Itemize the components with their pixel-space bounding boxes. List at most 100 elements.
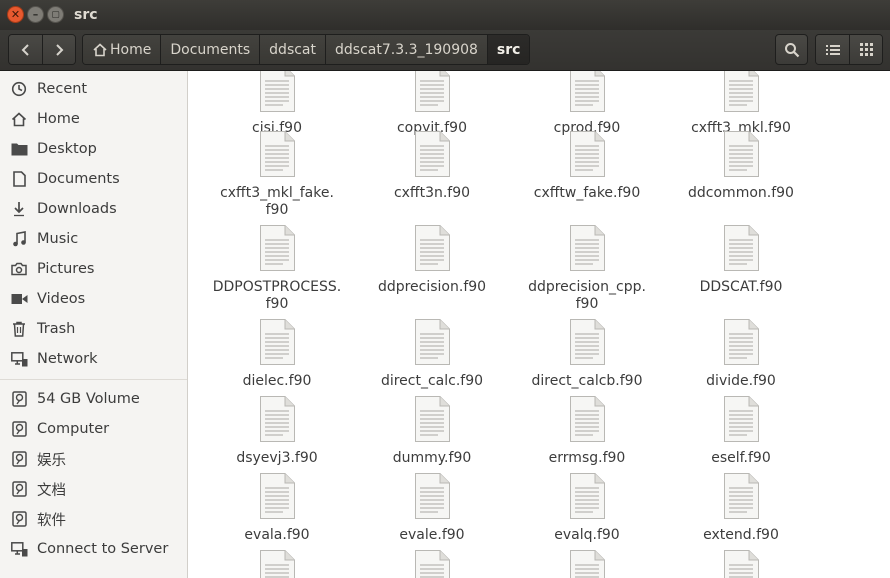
- breadcrumb-label: Documents: [170, 41, 251, 58]
- sidebar-item-home[interactable]: Home: [0, 104, 187, 134]
- home-icon: [8, 111, 30, 127]
- file-item[interactable]: evale.f90: [357, 473, 507, 544]
- text-file-icon: [569, 319, 605, 369]
- file-item[interactable]: divide.f90: [666, 319, 816, 390]
- file-item[interactable]: eself.f90: [666, 396, 816, 467]
- file-item[interactable]: DDSCAT.f90: [666, 225, 816, 296]
- file-item[interactable]: evala.f90: [202, 473, 352, 544]
- sidebar-item-videos[interactable]: Videos: [0, 284, 187, 314]
- network-icon: [8, 351, 30, 367]
- file-name: dsyevj3.f90: [236, 450, 318, 466]
- breadcrumb: Home Documents ddscat ddscat7.3.3_190908…: [82, 34, 531, 65]
- grid-view-icon: [859, 43, 873, 56]
- sidebar-item-recent[interactable]: Recent: [0, 74, 187, 104]
- sidebar-item-label: Trash: [37, 321, 76, 337]
- text-file-icon: [569, 473, 605, 523]
- sidebar-item-downloads[interactable]: Downloads: [0, 194, 187, 224]
- file-item[interactable]: cxfft3n.f90: [357, 131, 507, 202]
- list-view-button[interactable]: [816, 35, 849, 64]
- breadcrumb-documents[interactable]: Documents: [160, 35, 260, 64]
- sidebar-item-entertainment[interactable]: 娱乐: [0, 444, 187, 474]
- file-name: ddcommon.f90: [688, 185, 794, 201]
- breadcrumb-label: ddscat7.3.3_190908: [335, 41, 478, 58]
- file-item[interactable]: cxfft3_mkl.f90: [666, 71, 816, 137]
- breadcrumb-label: ddscat: [269, 41, 317, 58]
- sidebar-item-documents-volume[interactable]: 文档: [0, 474, 187, 504]
- chevron-right-icon: [56, 43, 64, 56]
- drive-icon: [8, 511, 30, 527]
- sidebar-item-desktop[interactable]: Desktop: [0, 134, 187, 164]
- breadcrumb-src[interactable]: src: [486, 35, 530, 64]
- file-item[interactable]: direct_calc.f90: [357, 319, 507, 390]
- file-item[interactable]: cprod.f90: [512, 71, 662, 137]
- text-file-icon: [723, 319, 759, 369]
- file-name: ddprecision_cpp. f90: [528, 279, 646, 312]
- file-item[interactable]: dielec.f90: [202, 319, 352, 390]
- file-item[interactable]: cisi.f90: [202, 71, 352, 137]
- file-name: direct_calcb.f90: [531, 373, 643, 389]
- minimize-window-button[interactable]: –: [27, 6, 44, 23]
- sidebar-item-software[interactable]: 软件: [0, 504, 187, 534]
- sidebar-item-label: Recent: [37, 81, 88, 97]
- sidebar-item-label: Desktop: [37, 141, 97, 157]
- sidebar-item-music[interactable]: Music: [0, 224, 187, 254]
- file-item[interactable]: dummy.f90: [357, 396, 507, 467]
- file-item[interactable]: ddprecision_cpp. f90: [512, 225, 662, 313]
- text-file-icon: [569, 71, 605, 116]
- minimize-icon: –: [32, 8, 39, 21]
- file-item[interactable]: cxfft3_mkl_fake. f90: [202, 131, 352, 219]
- file-item[interactable]: [666, 550, 816, 578]
- file-name: direct_calc.f90: [380, 373, 484, 389]
- sidebar-item-label: Network: [37, 351, 98, 367]
- text-file-icon: [723, 473, 759, 523]
- file-item[interactable]: ddprecision.f90: [357, 225, 507, 296]
- sidebar-item-label: 54 GB Volume: [37, 391, 140, 407]
- file-item[interactable]: [357, 550, 507, 578]
- file-item[interactable]: DDPOSTPROCESS. f90: [202, 225, 352, 313]
- file-item[interactable]: cxfftw_fake.f90: [512, 131, 662, 202]
- file-name: dielec.f90: [242, 373, 312, 389]
- sidebar-item-trash[interactable]: Trash: [0, 314, 187, 344]
- list-view-icon: [825, 44, 840, 55]
- close-window-button[interactable]: ✕: [7, 6, 24, 23]
- text-file-icon: [414, 473, 450, 523]
- file-item[interactable]: evalq.f90: [512, 473, 662, 544]
- trash-icon: [8, 321, 30, 337]
- close-icon: ✕: [10, 8, 21, 21]
- forward-button[interactable]: [42, 35, 75, 64]
- breadcrumb-ddscat-version[interactable]: ddscat7.3.3_190908: [325, 35, 487, 64]
- maximize-window-button[interactable]: ▢: [47, 6, 64, 23]
- sidebar-item-label: 娱乐: [37, 452, 66, 469]
- text-file-icon: [569, 131, 605, 181]
- file-item[interactable]: direct_calcb.f90: [512, 319, 662, 390]
- drive-icon: [8, 451, 30, 467]
- file-item[interactable]: [512, 550, 662, 578]
- camera-icon: [8, 262, 30, 276]
- sidebar-item-connect-to-server[interactable]: Connect to Server: [0, 534, 187, 564]
- sidebar-item-network[interactable]: Network: [0, 344, 187, 374]
- file-item[interactable]: [202, 550, 352, 578]
- sidebar-item-documents[interactable]: Documents: [0, 164, 187, 194]
- back-button[interactable]: [9, 35, 42, 64]
- file-name: errmsg.f90: [548, 450, 626, 466]
- breadcrumb-home[interactable]: Home: [83, 35, 161, 64]
- text-file-icon: [259, 71, 295, 116]
- sidebar-item-pictures[interactable]: Pictures: [0, 254, 187, 284]
- window-title: src: [74, 7, 98, 23]
- file-item[interactable]: ddcommon.f90: [666, 131, 816, 202]
- sidebar-item-54gb-volume[interactable]: 54 GB Volume: [0, 384, 187, 414]
- file-item[interactable]: errmsg.f90: [512, 396, 662, 467]
- folder-icon: [8, 142, 30, 156]
- home-icon: [92, 42, 108, 57]
- document-icon: [8, 171, 30, 187]
- breadcrumb-ddscat[interactable]: ddscat: [259, 35, 326, 64]
- file-item[interactable]: extend.f90: [666, 473, 816, 544]
- file-item[interactable]: dsyevj3.f90: [202, 396, 352, 467]
- grid-view-button[interactable]: [849, 35, 882, 64]
- file-item[interactable]: copyit.f90: [357, 71, 507, 137]
- drive-icon: [8, 421, 30, 437]
- sidebar-item-label: Videos: [37, 291, 86, 307]
- search-button[interactable]: [775, 34, 808, 65]
- file-name: cxfft3_mkl_fake. f90: [220, 185, 334, 218]
- sidebar-item-computer[interactable]: Computer: [0, 414, 187, 444]
